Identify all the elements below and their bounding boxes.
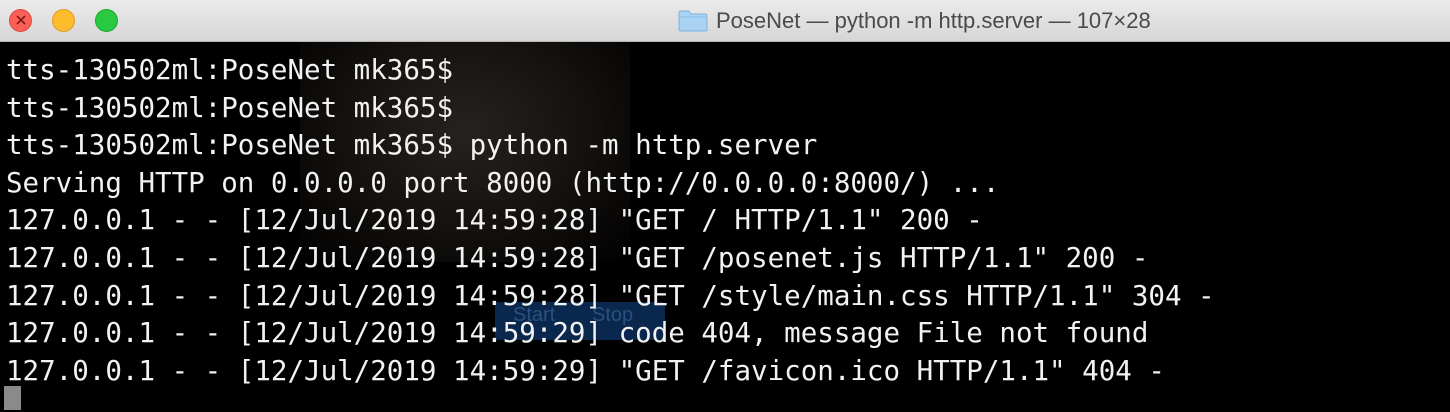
minimize-button[interactable] bbox=[52, 9, 75, 32]
terminal-window: PoseNet — python -m http.server — 107×28… bbox=[0, 0, 1450, 412]
terminal-line: tts-130502ml:PoseNet mk365$ bbox=[6, 91, 454, 124]
terminal-line: 127.0.0.1 - - [12/Jul/2019 14:59:29] "GE… bbox=[6, 354, 1165, 387]
close-icon bbox=[16, 15, 26, 25]
folder-icon bbox=[678, 10, 708, 32]
window-title: PoseNet — python -m http.server — 107×28 bbox=[716, 8, 1151, 33]
text-cursor bbox=[4, 386, 21, 410]
terminal-line: 127.0.0.1 - - [12/Jul/2019 14:59:28] "GE… bbox=[6, 279, 1215, 312]
maximize-button[interactable] bbox=[95, 9, 118, 32]
terminal-line: tts-130502ml:PoseNet mk365$ bbox=[6, 54, 454, 86]
terminal-output: tts-130502ml:PoseNet mk365$ tts-130502ml… bbox=[0, 52, 1215, 390]
terminal-line: 127.0.0.1 - - [12/Jul/2019 14:59:28] "GE… bbox=[6, 204, 983, 237]
terminal-line: 127.0.0.1 - - [12/Jul/2019 14:59:29] cod… bbox=[6, 317, 1149, 350]
terminal-line: 127.0.0.1 - - [12/Jul/2019 14:59:28] "GE… bbox=[6, 241, 1149, 274]
title-bar[interactable]: PoseNet — python -m http.server — 107×28 bbox=[0, 0, 1450, 42]
window-title-group: PoseNet — python -m http.server — 107×28 bbox=[678, 7, 1151, 35]
close-button[interactable] bbox=[9, 9, 32, 32]
terminal-line: Serving HTTP on 0.0.0.0 port 8000 (http:… bbox=[6, 166, 1000, 199]
terminal-content[interactable]: Start Stop tts-130502ml:PoseNet mk365$ t… bbox=[0, 42, 1450, 412]
terminal-line: tts-130502ml:PoseNet mk365$ python -m ht… bbox=[6, 129, 818, 162]
